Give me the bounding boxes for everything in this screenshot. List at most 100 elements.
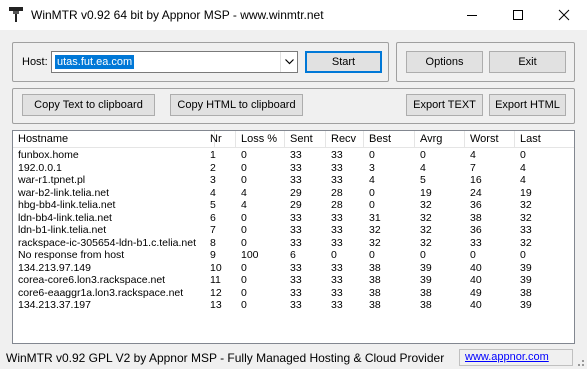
cell-worst: 36 [470, 224, 482, 236]
table-row[interactable]: 192.0.0.1 2 0 33 33 3 4 7 4 [13, 162, 574, 175]
cell-sent: 33 [290, 161, 302, 174]
cell-avrg: 32 [420, 236, 432, 249]
cell-nr: 8 [210, 236, 216, 249]
cell-avrg: 32 [420, 211, 432, 224]
cell-nr: 7 [210, 224, 216, 236]
appnor-link[interactable]: www.appnor.com [465, 351, 549, 363]
cell-worst: 40 [470, 261, 482, 274]
start-button[interactable]: Start [305, 51, 382, 73]
copy-html-button[interactable]: Copy HTML to clipboard [170, 94, 303, 116]
cell-last: 39 [520, 299, 532, 311]
column-header-avrg[interactable]: Avrg [415, 131, 465, 148]
cell-nr: 3 [210, 174, 216, 186]
column-header-last[interactable]: Last [515, 131, 574, 148]
cell-sent: 33 [290, 174, 302, 186]
cell-hostname: No response from host [18, 249, 125, 261]
copy-text-button[interactable]: Copy Text to clipboard [22, 94, 155, 116]
cell-loss: 0 [241, 174, 247, 186]
cell-sent: 33 [290, 149, 302, 161]
cell-nr: 1 [210, 149, 216, 161]
cell-worst: 40 [470, 299, 482, 311]
column-header-best[interactable]: Best [364, 131, 415, 148]
host-input-value[interactable]: utas.fut.ea.com [55, 55, 135, 69]
cell-sent: 33 [290, 274, 302, 286]
cell-recv: 33 [331, 174, 343, 186]
cell-hostname: ldn-b1-link.telia.net [18, 224, 107, 236]
minimize-icon [467, 15, 477, 16]
cell-last: 19 [520, 186, 532, 199]
cell-recv: 0 [331, 249, 337, 261]
table-row[interactable]: 134.213.37.197 13 0 33 33 38 38 40 39 [13, 299, 574, 312]
cell-best: 0 [369, 199, 375, 211]
cell-avrg: 32 [420, 199, 432, 211]
cell-sent: 33 [290, 286, 302, 299]
cell-best: 0 [369, 249, 375, 261]
table-row[interactable]: ldn-b1-link.telia.net 7 0 33 33 32 32 36 33 [13, 224, 574, 237]
cell-hostname: war-r1.tpnet.pl [18, 174, 86, 186]
cell-loss: 0 [241, 274, 247, 286]
resize-grip-icon[interactable] [575, 357, 585, 367]
cell-last: 39 [520, 261, 532, 274]
cell-hostname: ldn-bb4-link.telia.net [18, 211, 112, 224]
cell-avrg: 32 [420, 224, 432, 236]
cell-best: 38 [369, 286, 381, 299]
title-bar[interactable]: WinMTR v0.92 64 bit by Appnor MSP - www.… [0, 0, 587, 30]
cell-recv: 33 [331, 161, 343, 174]
cell-last: 38 [520, 286, 532, 299]
cell-sent: 6 [290, 249, 296, 261]
table-row[interactable]: funbox.home 1 0 33 33 0 0 4 0 [13, 149, 574, 162]
column-header-loss[interactable]: Loss % [236, 131, 285, 148]
cell-avrg: 5 [420, 174, 426, 186]
close-icon [558, 9, 570, 21]
cell-worst: 16 [470, 174, 482, 186]
cell-recv: 33 [331, 224, 343, 236]
table-row[interactable]: rackspace-ic-305654-ldn-b1.c.telia.net 8 0… [13, 237, 574, 250]
table-row[interactable]: hbg-bb4-link.telia.net 5 4 29 28 0 32 36 32 [13, 199, 574, 212]
cell-best: 38 [369, 274, 381, 286]
table-row[interactable]: ldn-bb4-link.telia.net 6 0 33 33 31 32 38 32 [13, 212, 574, 225]
cell-nr: 10 [210, 261, 222, 274]
column-header-worst[interactable]: Worst [465, 131, 515, 148]
cell-worst: 38 [470, 211, 482, 224]
table-row[interactable]: war-b2-link.telia.net 4 4 29 28 0 19 24 19 [13, 187, 574, 200]
cell-nr: 13 [210, 299, 222, 311]
cell-worst: 33 [470, 236, 482, 249]
minimize-button[interactable] [449, 0, 495, 30]
column-header-sent[interactable]: Sent [285, 131, 326, 148]
cell-worst: 36 [470, 199, 482, 211]
appnor-link-button[interactable]: www.appnor.com [459, 349, 573, 366]
table-row[interactable]: 134.213.97.149 10 0 33 33 38 39 40 39 [13, 262, 574, 275]
maximize-button[interactable] [495, 0, 541, 30]
cell-hostname: funbox.home [18, 149, 79, 161]
cell-avrg: 4 [420, 161, 426, 174]
cell-loss: 0 [241, 149, 247, 161]
table-row[interactable]: core6-eaaggr1a.lon3.rackspace.net 12 0 33 33… [13, 287, 574, 300]
close-button[interactable] [541, 0, 587, 30]
export-text-button[interactable]: Export TEXT [406, 94, 483, 116]
cell-recv: 33 [331, 286, 343, 299]
cell-avrg: 39 [420, 261, 432, 274]
column-header-nr[interactable]: Nr [205, 131, 236, 148]
window-title: WinMTR v0.92 64 bit by Appnor MSP - www.… [31, 8, 324, 22]
table-row[interactable]: corea-core6.lon3.rackspace.net 11 0 33 33 38 3… [13, 274, 574, 287]
cell-loss: 100 [241, 249, 259, 261]
cell-last: 32 [520, 199, 532, 211]
host-combobox[interactable]: utas.fut.ea.com [51, 51, 298, 73]
cell-hostname: 134.213.37.197 [18, 299, 91, 311]
table-row[interactable]: No response from host 9 100 6 0 0 0 0 0 [13, 249, 574, 262]
export-html-button[interactable]: Export HTML [489, 94, 566, 116]
options-button[interactable]: Options [406, 51, 483, 73]
cell-hostname: war-b2-link.telia.net [18, 186, 110, 199]
cell-loss: 0 [241, 286, 247, 299]
column-header-hostname[interactable]: Hostname [13, 131, 215, 148]
results-table[interactable]: Hostname Nr Loss % Sent Recv Best Avrg W… [12, 130, 575, 344]
exit-button[interactable]: Exit [489, 51, 566, 73]
cell-loss: 0 [241, 299, 247, 311]
cell-recv: 33 [331, 274, 343, 286]
cell-worst: 24 [470, 186, 482, 199]
cell-best: 38 [369, 261, 381, 274]
cell-loss: 0 [241, 211, 247, 224]
host-dropdown-button[interactable] [280, 52, 297, 72]
column-header-recv[interactable]: Recv [326, 131, 364, 148]
table-row[interactable]: war-r1.tpnet.pl 3 0 33 33 4 5 16 4 [13, 174, 574, 187]
